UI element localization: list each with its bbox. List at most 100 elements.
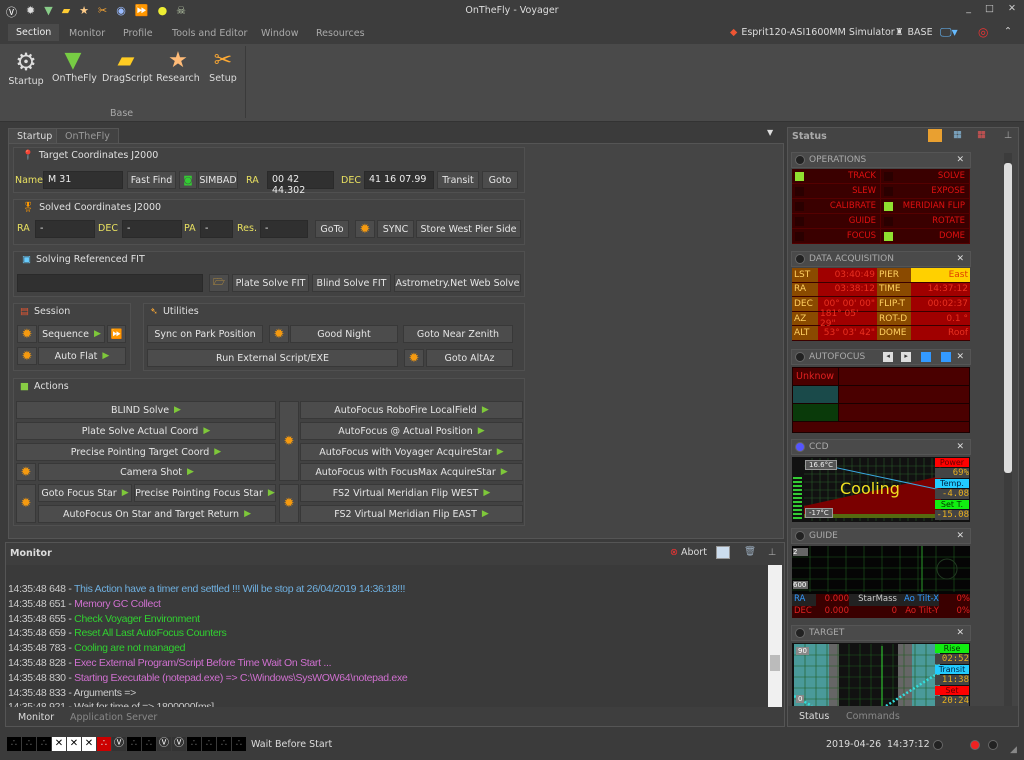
abort-icon: ⊗: [670, 547, 678, 558]
status-pin-icon[interactable]: ⊥: [1004, 130, 1012, 141]
precise-pointing-target-button[interactable]: Precise Pointing Target Coord ▶: [16, 443, 276, 461]
target-ra-input[interactable]: 00 42 44.302: [267, 171, 334, 196]
goto-altaz-gear-icon[interactable]: ✹: [404, 349, 424, 367]
good-night-gear-icon[interactable]: ✹: [269, 325, 289, 343]
autofocus-gear-icon[interactable]: ✹: [279, 401, 299, 481]
simbad-chart-icon[interactable]: ◙: [179, 171, 197, 189]
fit-path-input[interactable]: [17, 274, 203, 292]
autofocus-voyager-acquirestar-button[interactable]: AutoFocus with Voyager AcquireStar ▶: [300, 443, 523, 461]
af-next-icon[interactable]: ▸: [901, 352, 912, 362]
minimize-button[interactable]: _: [966, 3, 971, 14]
close-widget-icon[interactable]: ✕: [956, 442, 964, 452]
ribbon-research[interactable]: ★ Research: [156, 48, 200, 84]
goto-altaz-button[interactable]: Goto AltAz: [426, 349, 513, 367]
status-tab-commands[interactable]: Commands: [846, 711, 900, 722]
meridian-flip-gear-icon[interactable]: ✹: [279, 484, 299, 523]
camera-shot-gear-icon[interactable]: ✹: [16, 463, 36, 481]
autofocus-on-star-return-button[interactable]: AutoFocus On Star and Target Return ▶: [38, 505, 276, 523]
tab-profile[interactable]: Profile: [123, 28, 153, 39]
solved-res-input[interactable]: -: [260, 220, 308, 238]
doc-tabs-dropdown-icon[interactable]: ▼: [767, 128, 773, 137]
monitor-tab-monitor[interactable]: Monitor: [18, 712, 54, 723]
auto-flat-gear-icon[interactable]: ✹: [17, 347, 37, 365]
profile-indicator[interactable]: ◆ Esprit120-ASI1600MM Simulator: [730, 27, 895, 38]
close-widget-icon[interactable]: ✕: [956, 352, 964, 362]
precise-pointing-focus-star-button[interactable]: Precise Pointing Focus Star ▶: [134, 484, 276, 502]
sync-gear-icon[interactable]: ✹: [355, 220, 375, 238]
transit-button[interactable]: Transit: [437, 171, 479, 189]
tab-tools-and-editor[interactable]: Tools and Editor: [172, 28, 247, 39]
af-prev-icon[interactable]: ◂: [883, 352, 894, 362]
collapse-ribbon-icon[interactable]: ⌃: [1004, 26, 1012, 37]
plate-solve-actual-button[interactable]: Plate Solve Actual Coord ▶: [16, 422, 276, 440]
sequence-fast-forward-button[interactable]: ⏩: [107, 325, 126, 343]
camera-shot-button[interactable]: Camera Shot ▶: [38, 463, 276, 481]
monitor-icon[interactable]: 🖵▾: [940, 25, 958, 40]
close-widget-icon[interactable]: ✕: [956, 254, 964, 264]
goto-near-zenith-button[interactable]: Goto Near Zenith: [403, 325, 513, 343]
browse-folder-button[interactable]: 🗁: [209, 274, 229, 292]
af-zoom-out-icon[interactable]: [941, 352, 952, 362]
status-scroll-thumb[interactable]: [1004, 163, 1012, 473]
tab-window[interactable]: Window: [261, 28, 298, 39]
auto-flat-button[interactable]: Auto Flat ▶: [38, 347, 126, 365]
simbad-button[interactable]: SIMBAD: [198, 171, 238, 189]
solved-pa-input[interactable]: -: [200, 220, 233, 238]
ribbon-startup[interactable]: ⚙ Startup: [8, 48, 44, 87]
status-scrollbar[interactable]: [1004, 153, 1012, 708]
solved-goto-button[interactable]: GoTo: [315, 220, 349, 238]
monitor-tab-application-server[interactable]: Application Server: [70, 712, 157, 723]
tab-monitor[interactable]: Monitor: [69, 28, 105, 39]
autofocus-actual-position-button[interactable]: AutoFocus @ Actual Position ▶: [300, 422, 523, 440]
solved-ra-input[interactable]: -: [35, 220, 95, 238]
layout-icon[interactable]: [928, 129, 942, 142]
ribbon-dragscript[interactable]: ▰ DragScript: [102, 48, 153, 84]
meridian-flip-west-button[interactable]: FS2 Virtual Meridian Flip WEST ▶: [300, 484, 523, 502]
autoscroll-icon[interactable]: [716, 546, 730, 559]
close-widget-icon[interactable]: ✕: [956, 628, 964, 638]
target-name-input[interactable]: M 31: [43, 171, 123, 189]
target-altitude-chart: [794, 644, 940, 706]
tab-section[interactable]: Section: [8, 24, 60, 41]
target-dec-input[interactable]: 41 16 07.99: [364, 171, 434, 189]
monitor-scrollbar[interactable]: [768, 565, 782, 707]
trash-icon[interactable]: 🗑: [744, 546, 756, 557]
meridian-flip-east-button[interactable]: FS2 Virtual Meridian Flip EAST ▶: [300, 505, 523, 523]
af-zoom-in-icon[interactable]: [921, 352, 932, 362]
good-night-button[interactable]: Good Night: [290, 325, 398, 343]
maximize-button[interactable]: □: [985, 3, 994, 14]
pin-icon[interactable]: ⊥: [768, 547, 776, 558]
store-pier-side-button[interactable]: Store West Pier Side: [416, 220, 521, 238]
focus-star-gear-icon[interactable]: ✹: [16, 484, 36, 523]
autofocus-robofire-button[interactable]: AutoFocus RoboFire LocalField ▶: [300, 401, 523, 419]
run-external-button[interactable]: Run External Script/EXE: [147, 349, 398, 367]
tab-resources[interactable]: Resources: [316, 28, 365, 39]
abort-button[interactable]: ⊗ Abort: [670, 547, 707, 558]
sequence-gear-icon[interactable]: ✹: [17, 325, 37, 343]
log-message: Wait for time of => 1800000[ms]: [74, 701, 214, 707]
close-widget-icon[interactable]: ✕: [956, 531, 964, 541]
help-lifebuoy-icon[interactable]: ◎: [978, 25, 988, 39]
window-settings-icon[interactable]: ▦: [953, 129, 962, 140]
ribbon-onthefly[interactable]: ▼ OnTheFly: [52, 48, 97, 84]
autofocus-focusmax-acquirestar-button[interactable]: AutoFocus with FocusMax AcquireStar ▶: [300, 463, 523, 481]
blind-solve-fit-button[interactable]: Blind Solve FIT: [312, 274, 391, 292]
sync-button[interactable]: SYNC: [377, 220, 414, 238]
goto-focus-star-button[interactable]: Goto Focus Star ▶: [38, 484, 132, 502]
base-indicator[interactable]: ♜ BASE: [895, 27, 933, 38]
goto-button[interactable]: Goto: [482, 171, 518, 189]
plate-solve-fit-button[interactable]: Plate Solve FIT: [232, 274, 309, 292]
status-tab-status[interactable]: Status: [799, 711, 829, 722]
astrometry-net-button[interactable]: Astrometry.Net Web Solve: [394, 274, 521, 292]
ribbon-setup[interactable]: ✂ Setup: [207, 48, 239, 84]
blind-solve-button[interactable]: BLIND Solve ▶: [16, 401, 276, 419]
sequence-button[interactable]: Sequence ▶: [38, 325, 105, 343]
fast-find-button[interactable]: Fast Find: [127, 171, 176, 189]
resize-grip-icon[interactable]: ◢: [1010, 745, 1017, 755]
solved-dec-input[interactable]: -: [122, 220, 182, 238]
scrollbar-thumb[interactable]: [770, 655, 780, 671]
sync-park-button[interactable]: Sync on Park Position: [147, 325, 263, 343]
grid-settings-icon[interactable]: ▦: [977, 129, 986, 140]
close-button[interactable]: ✕: [1008, 3, 1016, 14]
close-widget-icon[interactable]: ✕: [956, 155, 964, 165]
